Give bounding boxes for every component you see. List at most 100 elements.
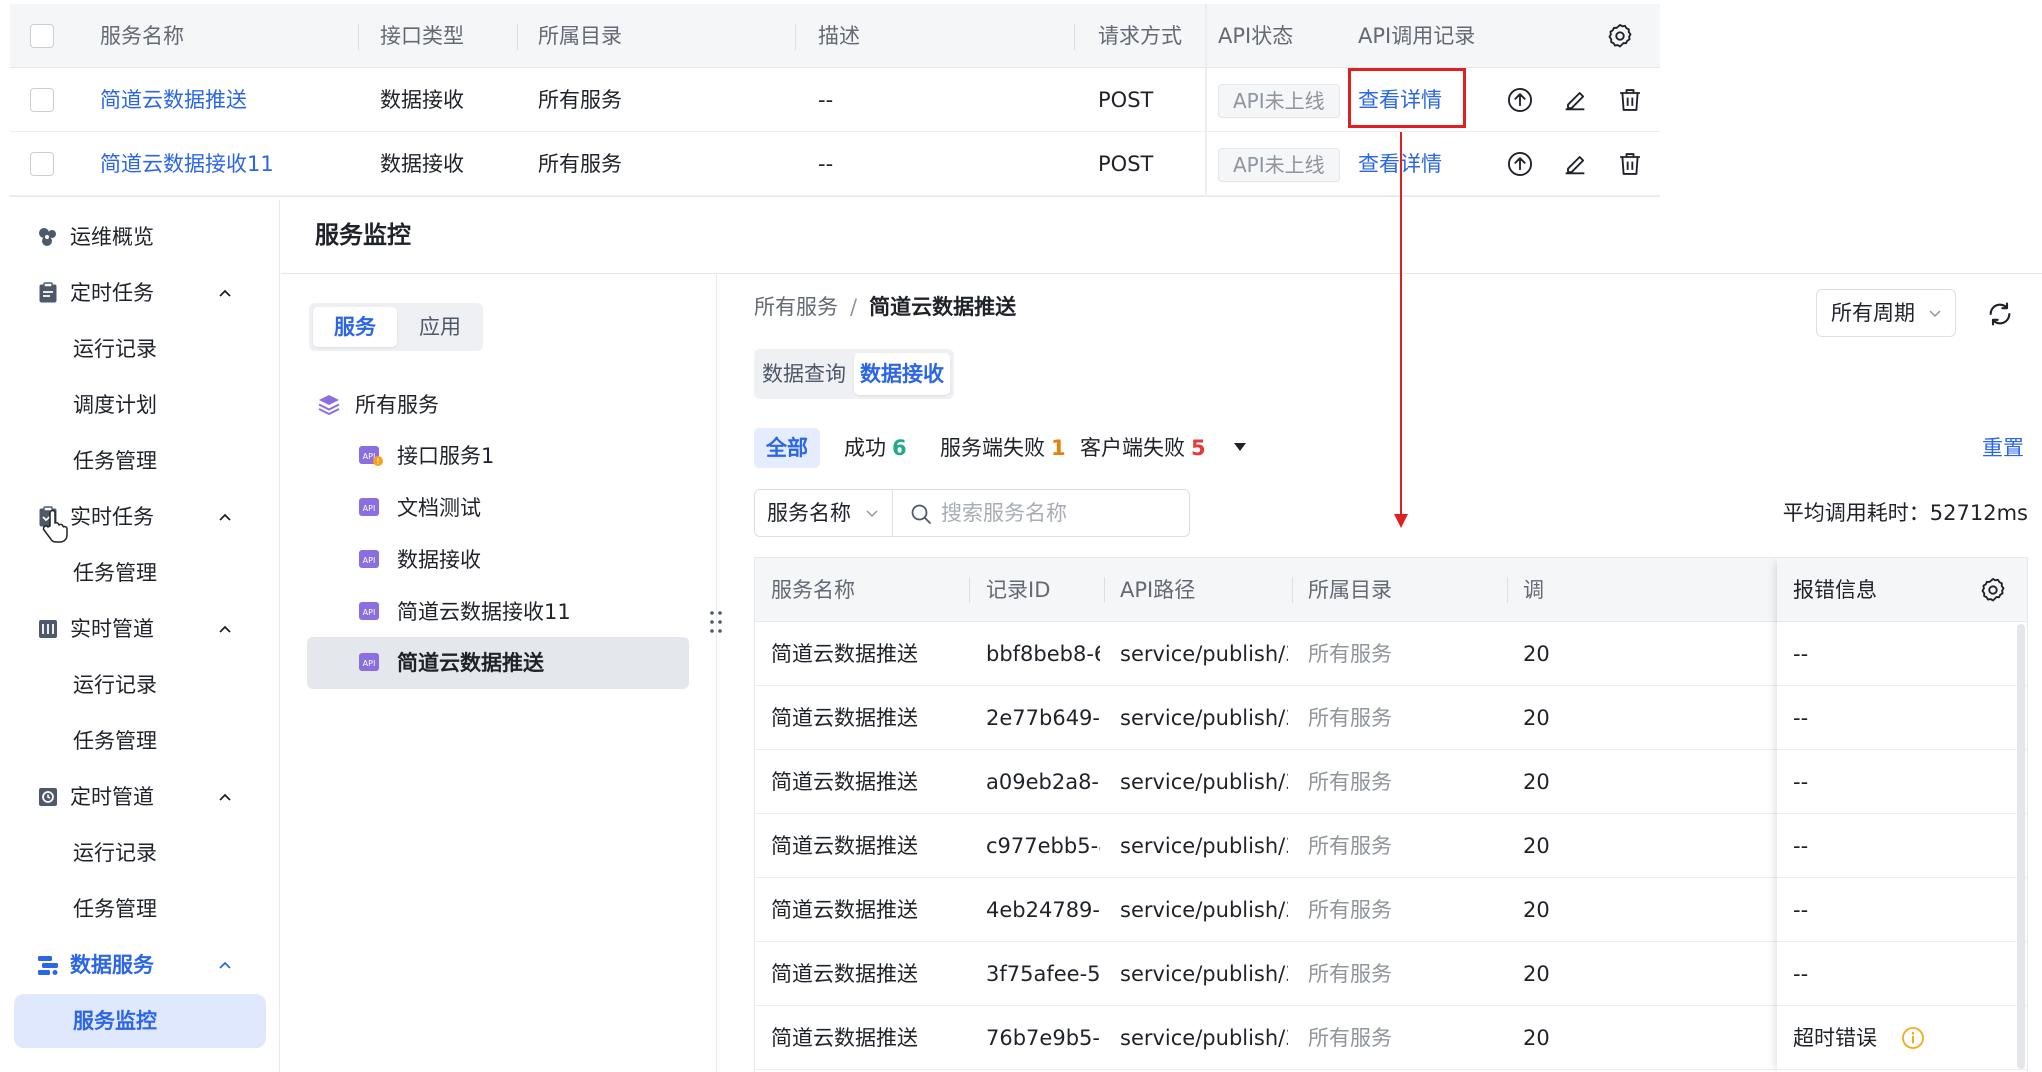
select-all-checkbox[interactable] (30, 24, 54, 48)
info-circle-icon[interactable] (1901, 1026, 1925, 1050)
tree-item-service[interactable]: API 数据接收 (281, 535, 717, 585)
tab-service[interactable]: 服务 (313, 307, 397, 347)
error-info-row: -- (1777, 878, 2027, 942)
interface-type: 数据接收 (380, 152, 464, 176)
chevron-up-icon[interactable] (216, 284, 234, 302)
error-info-row: -- (1777, 686, 2027, 750)
tree-item-service[interactable]: API 简道云数据接收11 (281, 587, 717, 637)
nav-run-records[interactable]: 运行记录 (0, 324, 280, 374)
publish-upload-icon[interactable] (1506, 150, 1534, 178)
tree-item-service[interactable]: API! 接口服务1 (281, 431, 717, 481)
filter-label: 服务端失败 (940, 436, 1045, 460)
tab-application[interactable]: 应用 (401, 307, 479, 347)
error-info: -- (1793, 706, 1809, 730)
caret-down-icon[interactable] (1232, 440, 1248, 454)
record-time: 20 (1523, 642, 1550, 666)
tree-root-all-services[interactable]: 所有服务 (281, 380, 717, 430)
svg-text:!: ! (376, 457, 379, 466)
filter-label: 成功 (844, 436, 886, 460)
nav-ops-overview[interactable]: 运维概览 (0, 212, 280, 262)
vertical-scrollbar[interactable] (2017, 624, 2025, 1069)
breadcrumb-parent[interactable]: 所有服务 (754, 295, 838, 319)
record-dir: 所有服务 (1308, 642, 1392, 666)
filter-all[interactable]: 全部 (754, 428, 820, 468)
period-value: 所有周期 (1831, 301, 1915, 325)
nav-realtime-pipeline[interactable]: 实时管道 (0, 604, 280, 654)
refresh-icon[interactable] (1986, 300, 2014, 328)
search-scope-select[interactable]: 服务名称 (755, 490, 893, 536)
tree-label: 文档测试 (397, 496, 481, 520)
chevron-up-icon[interactable] (216, 508, 234, 526)
layers-icon (318, 395, 340, 416)
call-records-table: 服务名称 记录ID API路径 所属目录 调 简道云数据推送 bbf8beb8-6… (754, 557, 2028, 1072)
chevron-up-icon[interactable] (216, 788, 234, 806)
service-tree-panel: 服务 应用 所有服务 API! 接口服务1 API 文档测试 API 数据接收 … (281, 275, 717, 1072)
tab-data-query[interactable]: 数据查询 (758, 353, 850, 395)
record-dir: 所有服务 (1308, 706, 1392, 730)
error-info: -- (1793, 834, 1809, 858)
nav-schedule-plan[interactable]: 调度计划 (0, 380, 280, 430)
record-id: bbf8beb8-6… (986, 642, 1100, 666)
nav-run-records[interactable]: 运行记录 (0, 828, 280, 878)
nav-run-records[interactable]: 运行记录 (0, 660, 280, 710)
nav-task-management[interactable]: 任务管理 (0, 716, 280, 766)
drag-handle-icon[interactable] (706, 608, 726, 636)
reset-link[interactable]: 重置 (1982, 428, 2024, 468)
description: -- (818, 152, 834, 176)
record-name: 简道云数据推送 (771, 834, 918, 858)
search-input[interactable] (941, 494, 1181, 532)
error-info-header: 报错信息 (1777, 558, 2027, 622)
header-service-name: 服务名称 (771, 578, 855, 602)
chevron-up-icon[interactable] (216, 620, 234, 638)
data-service-icon (38, 956, 58, 975)
filter-server-fail[interactable]: 服务端失败 1 (928, 428, 1078, 468)
service-name-link[interactable]: 简道云数据推送 (100, 68, 247, 132)
row-checkbox[interactable] (30, 152, 54, 176)
record-path: service/publish/33f… (1120, 834, 1288, 858)
svg-text:API: API (363, 504, 376, 513)
record-id: 2e77b649-… (986, 706, 1100, 730)
row-checkbox[interactable] (30, 88, 54, 112)
tree-item-service-selected[interactable]: API 简道云数据推送 (281, 638, 717, 688)
record-name: 简道云数据推送 (771, 898, 918, 922)
nav-service-monitor[interactable]: 服务监控 (0, 994, 280, 1048)
period-select[interactable]: 所有周期 (1816, 289, 1956, 337)
search-group: 服务名称 (754, 489, 1190, 537)
chevron-up-icon[interactable] (216, 956, 234, 974)
header-directory: 所属目录 (1308, 578, 1392, 602)
error-info-row: -- (1777, 750, 2027, 814)
api-icon: API (359, 653, 379, 671)
breadcrumb-current: 简道云数据推送 (869, 295, 1017, 319)
record-time: 20 (1523, 706, 1550, 730)
tree-item-service[interactable]: API 文档测试 (281, 483, 717, 533)
filter-success[interactable]: 成功 6 (832, 428, 919, 468)
edit-pencil-icon[interactable] (1561, 150, 1589, 178)
record-id: a09eb2a8-… (986, 770, 1100, 794)
settings-gear-icon[interactable] (1979, 576, 2007, 604)
nav-task-management[interactable]: 任务管理 (0, 884, 280, 934)
tab-data-receive[interactable]: 数据接收 (854, 353, 950, 395)
publish-upload-icon[interactable] (1506, 86, 1534, 114)
nav-scheduled-pipeline[interactable]: 定时管道 (0, 772, 280, 822)
header-error-info: 报错信息 (1793, 578, 1877, 602)
filter-client-fail[interactable]: 客户端失败 5 (1068, 428, 1218, 468)
settings-gear-icon[interactable] (1606, 22, 1634, 50)
delete-trash-icon[interactable] (1616, 150, 1644, 178)
chevron-down-icon (1929, 310, 1941, 318)
service-name-link[interactable]: 简道云数据接收11 (100, 132, 274, 196)
error-info: 超时错误 (1793, 1026, 1877, 1050)
record-name: 简道云数据推送 (771, 962, 918, 986)
record-dir: 所有服务 (1308, 962, 1392, 986)
nav-task-management[interactable]: 任务管理 (0, 436, 280, 486)
record-time: 20 (1523, 962, 1550, 986)
delete-trash-icon[interactable] (1616, 86, 1644, 114)
header-service-name: 服务名称 (100, 24, 184, 48)
search-scope-value: 服务名称 (767, 501, 851, 525)
nav-scheduled-tasks[interactable]: 定时任务 (0, 268, 280, 318)
edit-pencil-icon[interactable] (1561, 86, 1589, 114)
nav-task-management[interactable]: 任务管理 (0, 548, 280, 598)
chevron-down-icon (866, 510, 878, 518)
record-id: 3f75afee-5… (986, 962, 1100, 986)
main-content: 所有服务 / 简道云数据推送 所有周期 数据查询 数据接收 全部 成功 6 服务端失败… (710, 275, 2042, 1072)
nav-data-service[interactable]: 数据服务 (0, 940, 280, 990)
